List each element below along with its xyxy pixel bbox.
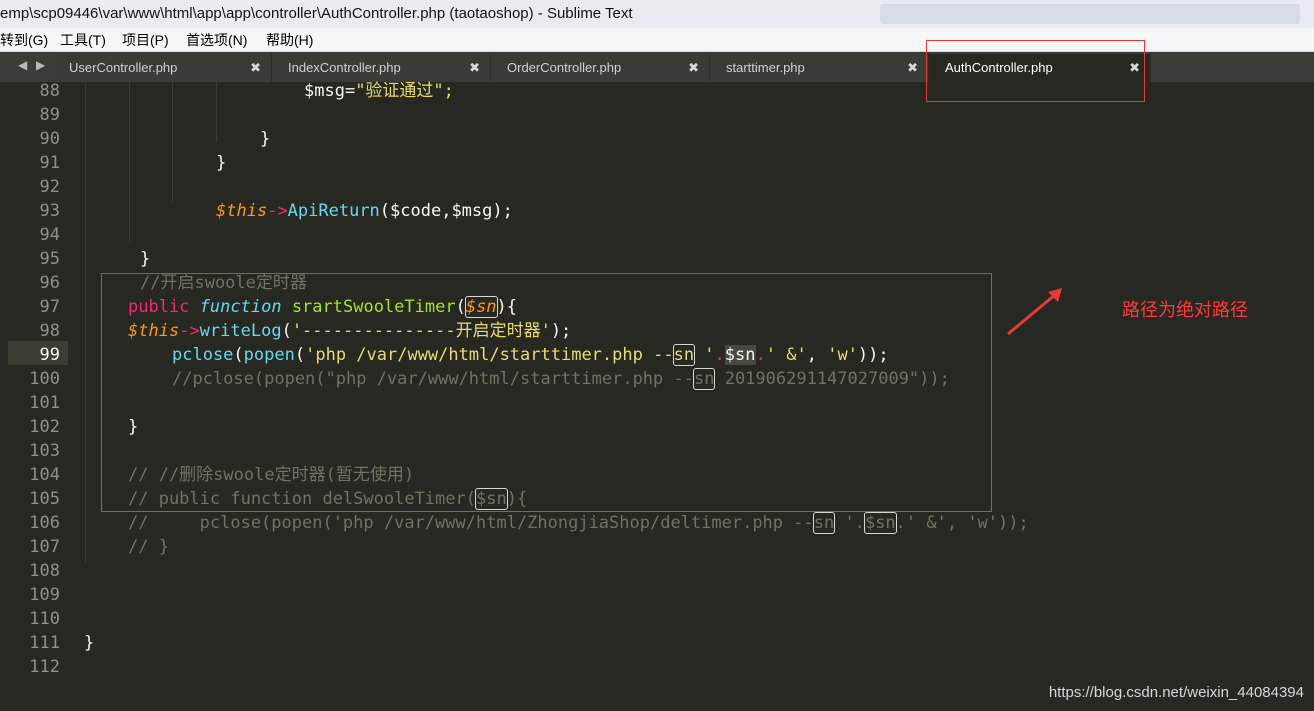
taskbar-blur: [880, 4, 1300, 24]
line-number: 95: [39, 249, 60, 269]
tab-user-controller[interactable]: UserController.php ✖: [53, 54, 272, 82]
annotation-box-tab: [926, 40, 1145, 102]
tab-label: UserController.php: [69, 60, 178, 75]
line-number: 103: [29, 441, 60, 461]
code-line-111: }: [84, 633, 95, 653]
close-icon[interactable]: ✖: [688, 54, 699, 82]
line-number: 109: [29, 585, 60, 605]
code-editor[interactable]: 88 89 90 91 92 93 94 95 96 97 98 99 100 101 102 103 104 1…: [0, 81, 1314, 711]
line-number: 106: [29, 513, 60, 533]
code-line-95: }: [140, 249, 151, 269]
watermark: https://blog.csdn.net/weixin_44084394: [1048, 684, 1304, 701]
tab-prev-icon[interactable]: ◀: [18, 58, 27, 72]
line-number: 104: [29, 465, 60, 485]
line-number: 108: [29, 561, 60, 581]
line-number: 100: [29, 369, 60, 389]
line-number: 107: [29, 537, 60, 557]
line-number: 99: [39, 345, 60, 365]
line-number: 89: [39, 105, 60, 125]
window-title: emp\scp09446\var\www\html\app\app\contro…: [0, 5, 633, 22]
menu-help[interactable]: 帮助(H): [266, 28, 313, 52]
line-number: 97: [39, 297, 60, 317]
window-title-bar: emp\scp09446\var\www\html\app\app\contro…: [0, 0, 1314, 28]
line-number: 88: [39, 81, 60, 101]
code-line-91: }: [216, 153, 227, 173]
close-icon[interactable]: ✖: [469, 54, 480, 82]
close-icon[interactable]: ✖: [907, 54, 918, 82]
tab-index-controller[interactable]: IndexController.php ✖: [272, 54, 491, 82]
tab-starttimer[interactable]: starttimer.php ✖: [710, 54, 929, 82]
code-line-93: $this->ApiReturn($code,$msg);: [216, 201, 513, 221]
line-number: 111: [29, 633, 60, 653]
annotation-arrow-icon: [1007, 288, 1062, 336]
line-number: 92: [39, 177, 60, 197]
line-number: 105: [29, 489, 60, 509]
line-number: 110: [29, 609, 60, 629]
menu-goto[interactable]: 转到(G): [0, 28, 48, 52]
tab-label: OrderController.php: [507, 60, 622, 75]
indent-guide: [172, 82, 173, 202]
line-number: 91: [39, 153, 60, 173]
line-number: 98: [39, 321, 60, 341]
annotation-text: 路径为绝对路径: [1122, 300, 1248, 321]
tab-next-icon[interactable]: ▶: [36, 58, 45, 72]
code-line-106: // pclose(popen('php /var/www/html/Zhong…: [128, 512, 1029, 534]
tab-label: IndexController.php: [288, 60, 401, 75]
line-number: 94: [39, 225, 60, 245]
menu-project[interactable]: 项目(P): [122, 28, 169, 52]
menu-tools[interactable]: 工具(T): [60, 28, 106, 52]
line-number: 93: [39, 201, 60, 221]
code-line-90: }: [260, 129, 271, 149]
annotation-box-code: [101, 273, 992, 512]
line-number: 112: [29, 657, 60, 677]
menu-preferences[interactable]: 首选项(N): [186, 28, 247, 52]
line-number: 96: [39, 273, 60, 293]
tab-order-controller[interactable]: OrderController.php ✖: [491, 54, 710, 82]
indent-guide: [129, 82, 130, 242]
indent-guide: [85, 82, 86, 562]
indent-guide: [216, 82, 217, 142]
close-icon[interactable]: ✖: [250, 54, 261, 82]
code-line-88: $msg="验证通过";: [304, 81, 454, 101]
code-line-107: // }: [128, 537, 169, 557]
line-number: 90: [39, 129, 60, 149]
line-number: 101: [29, 393, 60, 413]
tab-label: starttimer.php: [726, 60, 805, 75]
line-number: 102: [29, 417, 60, 437]
